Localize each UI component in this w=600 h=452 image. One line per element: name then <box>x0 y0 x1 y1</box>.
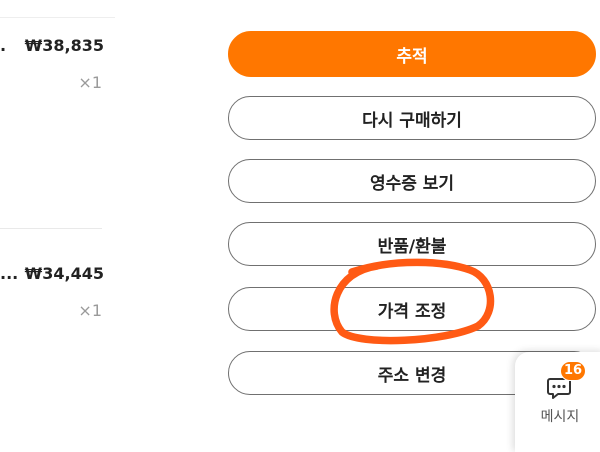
messages-label: 메시지 <box>540 409 580 425</box>
messages-badge: 16 <box>560 361 587 381</box>
order-item-2-price-row: ... ₩34,445 <box>0 264 104 286</box>
top-divider <box>0 17 115 18</box>
view-receipt-button[interactable]: 영수증 보기 <box>228 159 596 203</box>
order-item-1-quantity: ×1 <box>78 73 102 92</box>
order-item-2-price: ₩34,445 <box>24 264 104 283</box>
order-item-1-price: ₩38,835 <box>24 36 104 55</box>
track-button[interactable]: 추적 <box>228 31 596 77</box>
price-adjust-button[interactable]: 가격 조정 <box>228 287 596 331</box>
order-item-2-quantity: ×1 <box>78 301 102 320</box>
order-item-2-name: ... <box>0 264 19 283</box>
order-item-1-price-row: . ₩38,835 <box>0 36 104 58</box>
order-divider <box>0 228 102 229</box>
order-item-1-name: . <box>0 36 7 55</box>
return-refund-button[interactable]: 반품/환불 <box>228 222 596 266</box>
messages-widget[interactable]: 16 메시지 <box>515 352 600 452</box>
buy-again-button[interactable]: 다시 구매하기 <box>228 96 596 140</box>
